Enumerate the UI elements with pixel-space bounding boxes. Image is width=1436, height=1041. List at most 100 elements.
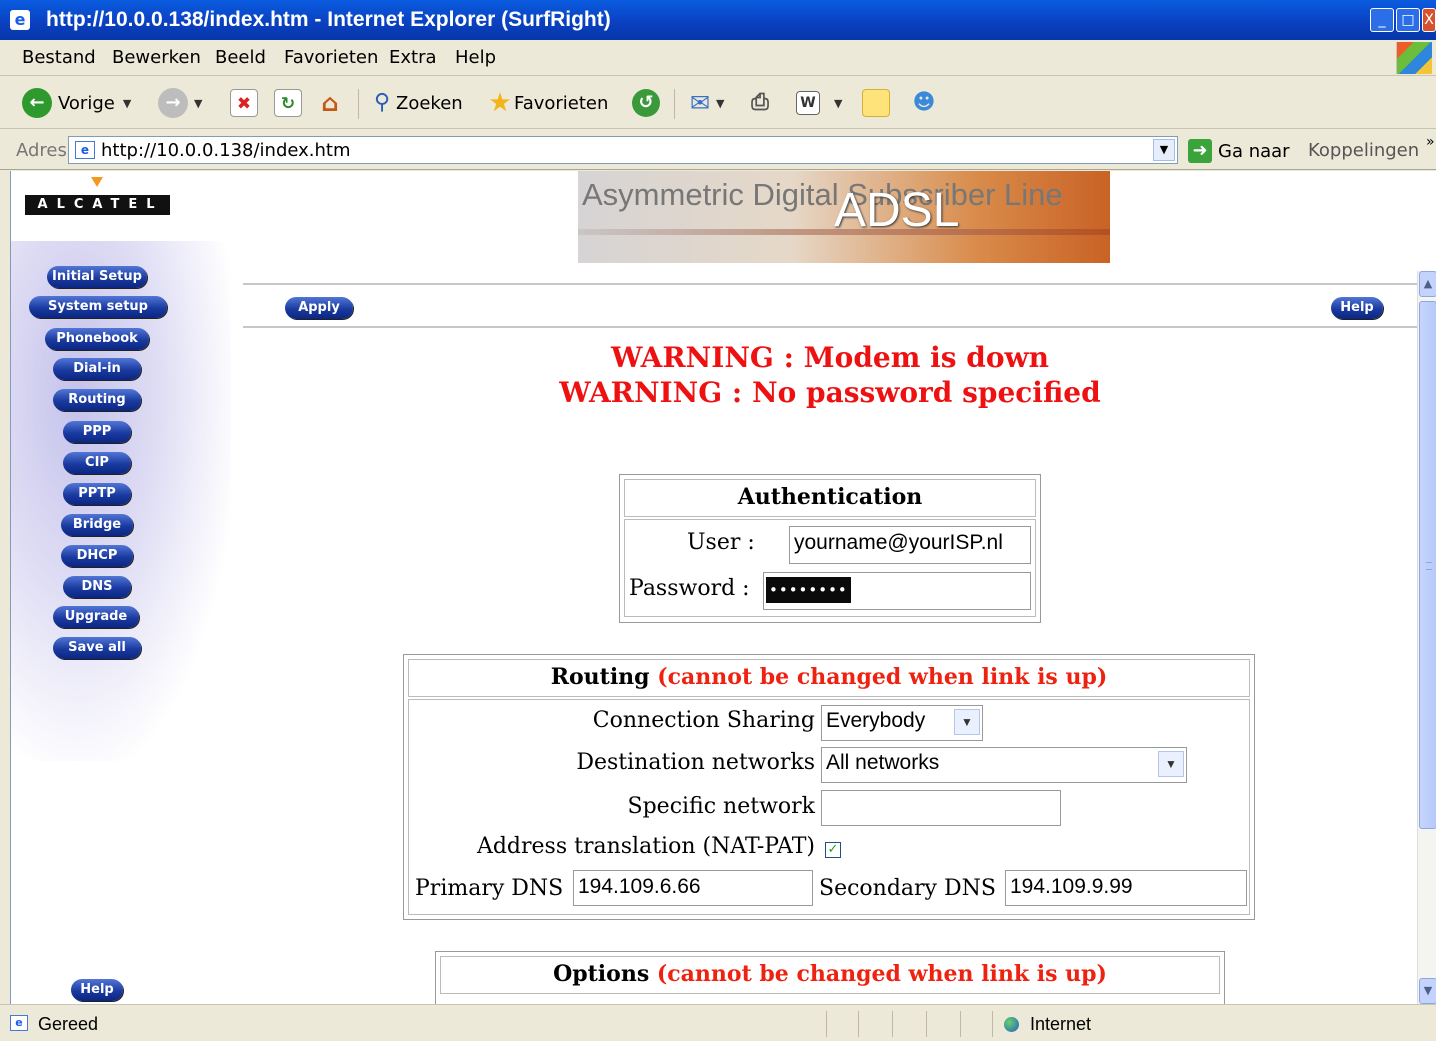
word-icon: W [796,91,820,115]
nat-label: Address translation (NAT-PAT) [476,834,815,859]
go-label: Ga naar [1218,140,1290,162]
chevron-down-icon[interactable]: ▼ [1153,139,1175,161]
nav-pptp[interactable]: PPTP [63,483,131,505]
globe-icon [1004,1017,1019,1032]
nav-dns[interactable]: DNS [63,576,131,598]
menu-bewerken[interactable]: Bewerken [112,47,201,68]
zone-text: Internet [1030,1014,1092,1034]
favorites-button[interactable]: ★ Favorieten [486,87,608,119]
password-value: •••••••• [766,577,851,603]
help-button[interactable]: Help [1331,297,1383,319]
connection-sharing-value: Everybody [826,709,926,732]
banner-subtitle: Asymmetric Digital Subscriber Line [582,177,1063,212]
chevron-down-icon[interactable]: ▼ [716,97,724,110]
menu-extra[interactable]: Extra [389,47,437,68]
forward-button[interactable]: → ▼ [158,87,202,119]
chevron-down-icon[interactable]: ▼ [123,97,131,110]
status-text: Gereed [38,1014,99,1034]
scroll-down-icon[interactable]: ▼ [1419,978,1436,1004]
authentication-title: Authentication [624,479,1036,517]
scroll-thumb[interactable] [1419,301,1436,829]
divider [243,326,1417,328]
nav-system-setup[interactable]: System setup [29,296,167,318]
address-url[interactable]: http://10.0.0.138/index.htm [101,140,351,161]
star-icon: ★ [488,88,512,118]
address-bar: Adres e http://10.0.0.138/index.htm ▼ ➜ … [0,130,1436,170]
page-content: ALCATEL Initial Setup System setup Phone… [10,171,1436,1011]
back-button[interactable]: ← Vorige ▼ [22,87,131,119]
nav-dhcp[interactable]: DHCP [61,545,133,567]
links-button[interactable]: Koppelingen [1308,140,1419,161]
password-input[interactable]: •••••••• [763,572,1031,610]
refresh-button[interactable]: ↻ [274,87,302,119]
favorites-label: Favorieten [514,92,609,114]
routing-title: Routing (cannot be changed when link is … [408,659,1250,697]
user-input[interactable]: yourname@yourISP.nl [789,526,1031,564]
vertical-scrollbar[interactable]: ▲ ▼ [1417,271,1436,1004]
status-bar: e Gereed Internet [0,1004,1436,1041]
nav-bridge[interactable]: Bridge [61,514,133,536]
menu-help[interactable]: Help [455,47,496,68]
nav-save-all[interactable]: Save all [53,637,141,659]
minimize-button[interactable]: _ [1370,8,1394,32]
search-label: Zoeken [396,92,463,114]
title-bar: e http://10.0.0.138/index.htm - Internet… [0,0,1436,40]
apply-button[interactable]: Apply [285,297,353,319]
stop-icon: ✖ [230,89,258,117]
print-button[interactable]: ⎙ [746,87,774,119]
address-input[interactable]: e http://10.0.0.138/index.htm ▼ [68,136,1178,164]
chevron-down-icon[interactable]: ▼ [954,709,980,735]
routing-panel: Routing (cannot be changed when link is … [403,654,1255,920]
toolbar-separator [674,89,675,119]
nav-routing[interactable]: Routing [53,389,141,411]
edit-button[interactable]: W ▼ [796,87,842,119]
secondary-dns-input[interactable]: 194.109.9.99 [1005,870,1247,906]
print-icon: ⎙ [751,90,769,115]
routing-body: Connection Sharing Everybody ▼ Destinati… [408,699,1250,915]
nav-upgrade[interactable]: Upgrade [53,606,139,628]
page-icon: e [10,1015,28,1031]
forward-arrow-icon: → [158,88,188,118]
search-button[interactable]: ⚲ Zoeken [368,87,463,119]
options-title-note: (cannot be changed when link is up) [656,961,1107,987]
discuss-button[interactable] [862,87,890,119]
chevron-down-icon[interactable]: ▼ [1158,751,1184,777]
connection-sharing-select[interactable]: Everybody ▼ [821,705,983,741]
go-arrow-icon: ➜ [1188,139,1212,163]
nav-phonebook[interactable]: Phonebook [45,328,149,350]
scroll-up-icon[interactable]: ▲ [1419,271,1436,297]
destination-networks-select[interactable]: All networks ▼ [821,747,1187,783]
windows-logo-icon [1396,42,1432,74]
refresh-icon: ↻ [274,89,302,117]
page-icon: e [75,141,95,159]
close-button[interactable]: X [1422,8,1436,32]
messenger-button[interactable]: ☻ [910,87,938,119]
go-button[interactable]: ➜ Ga naar [1188,138,1290,164]
back-label: Vorige [58,92,115,114]
logo-arrow-icon [91,177,103,187]
window-title: http://10.0.0.138/index.htm - Internet E… [46,8,611,31]
nav-help-button[interactable]: Help [71,979,123,1001]
status-separator [892,1011,893,1037]
chevron-right-icon[interactable]: » [1426,134,1435,150]
menu-bestand[interactable]: Bestand [22,47,96,68]
maximize-button[interactable]: □ [1396,8,1420,32]
chevron-down-icon[interactable]: ▼ [194,97,202,110]
stop-button[interactable]: ✖ [230,87,258,119]
menu-beeld[interactable]: Beeld [215,47,266,68]
home-button[interactable]: ⌂ [316,87,344,119]
chevron-down-icon[interactable]: ▼ [834,97,842,110]
secondary-dns-label: Secondary DNS [819,876,996,901]
primary-dns-input[interactable]: 194.109.6.66 [573,870,813,906]
nav-initial-setup[interactable]: Initial Setup [47,266,147,288]
menu-favorieten[interactable]: Favorieten [284,47,378,68]
nav-dial-in[interactable]: Dial-in [53,358,141,380]
mail-button[interactable]: ✉ ▼ [686,87,725,119]
status-separator [826,1011,827,1037]
nat-checkbox[interactable]: ✓ [825,842,841,858]
specific-network-input[interactable] [821,790,1061,826]
nav-cip[interactable]: CIP [63,452,131,474]
history-button[interactable]: ↺ [632,87,666,119]
nav-ppp[interactable]: PPP [63,421,131,443]
status-separator [960,1011,961,1037]
